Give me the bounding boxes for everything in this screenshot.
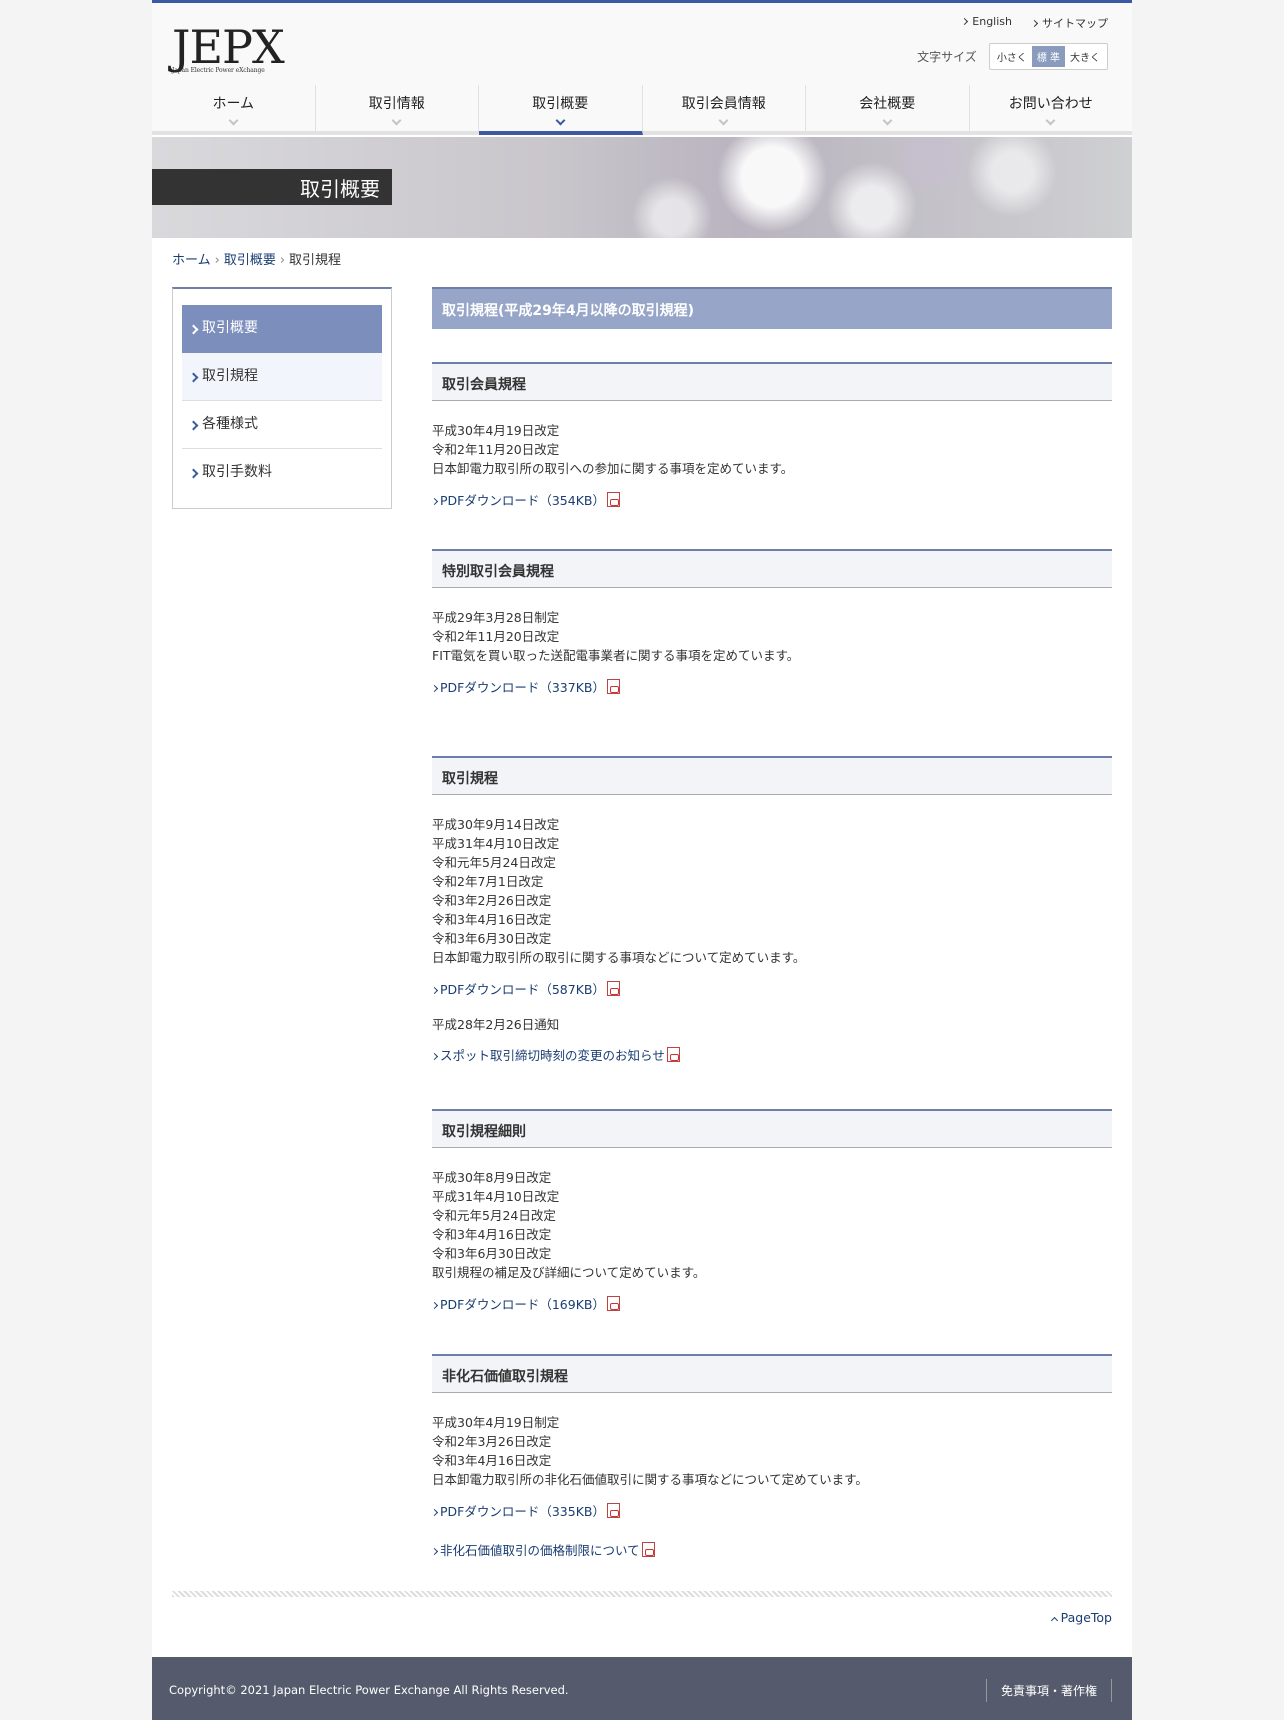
- chevron-right-icon: [430, 1547, 439, 1556]
- gnav-item-contact[interactable]: お問い合わせ: [970, 85, 1133, 131]
- breadcrumb-separator: ›: [214, 253, 220, 268]
- pdf-icon: [607, 679, 620, 694]
- breadcrumb-separator: ›: [279, 253, 286, 268]
- font-size-label: 文字サイズ: [917, 50, 977, 64]
- section-detailed-rules: 取引規程細則 平成30年8月9日改定 平成31年4月10日改定 令和元年5月24…: [430, 1109, 1112, 1313]
- section-title: 取引会員規程: [432, 362, 1112, 401]
- section-title: 非化石価値取引規程: [432, 1354, 1112, 1393]
- top-links: English サイトマップ: [961, 15, 1108, 31]
- english-link[interactable]: English: [961, 15, 1012, 31]
- breadcrumb-current: 取引規程: [289, 253, 342, 268]
- font-size-switcher: 文字サイズ 小さく 標 準 大きく: [917, 43, 1108, 70]
- section-special-member-rules: 特別取引会員規程 平成29年3月28日制定 令和2年11月20日改定 FIT電気…: [430, 549, 1112, 696]
- side-item-fees[interactable]: 取引手数料: [182, 449, 382, 497]
- pagetop-link[interactable]: PageTop: [1050, 1610, 1112, 1625]
- pdf-download-link[interactable]: PDFダウンロード（169KB）: [430, 1294, 1112, 1313]
- gnav-item-home[interactable]: ホーム: [152, 85, 316, 131]
- side-nav: 取引概要 取引規程 各種様式 取引手数料: [172, 287, 392, 509]
- price-limit-link[interactable]: 非化石価値取引の価格制限について: [430, 1540, 1112, 1559]
- pdf-download-link[interactable]: PDFダウンロード（335KB）: [430, 1501, 1112, 1520]
- chevron-down-icon: [718, 115, 729, 126]
- chevron-right-icon: [430, 986, 439, 995]
- section-lines: 平成30年8月9日改定 平成31年4月10日改定 令和元年5月24日改定 令和3…: [432, 1170, 706, 1280]
- hero-title: 取引概要: [152, 169, 392, 205]
- gnav-item-trading-info[interactable]: 取引情報: [316, 85, 479, 131]
- breadcrumb-overview[interactable]: 取引概要: [224, 253, 276, 268]
- hero-banner: 取引概要: [152, 137, 1132, 238]
- section-lines: 平成30年4月19日制定 令和2年3月26日改定 令和3年4月16日改定 日本卸…: [432, 1415, 868, 1487]
- main-content: 取引規程(平成29年4月以降の取引規程) 取引会員規程 平成30年4月19日改定…: [430, 287, 1112, 1558]
- sitemap-link[interactable]: サイトマップ: [1030, 15, 1108, 31]
- chevron-down-icon: [555, 115, 566, 126]
- pdf-icon: [641, 1542, 655, 1557]
- section-lines: 平成30年9月14日改定 平成31年4月10日改定 令和元年5月24日改定 令和…: [432, 817, 806, 965]
- main-title: 取引規程(平成29年4月以降の取引規程): [432, 287, 1112, 329]
- side-item-forms[interactable]: 各種様式: [182, 401, 382, 449]
- chevron-right-icon: [430, 1508, 439, 1517]
- side-item-overview[interactable]: 取引概要: [182, 305, 382, 353]
- header: JEPX Japan Electric Power eXchange Engli…: [152, 3, 1132, 135]
- pdf-download-link[interactable]: PDFダウンロード（587KB）: [430, 979, 1112, 998]
- chevron-right-icon: [961, 17, 969, 26]
- pdf-icon: [607, 981, 620, 996]
- font-size-standard-button[interactable]: 標 準: [1031, 46, 1065, 67]
- font-size-small-button[interactable]: 小さく: [992, 46, 1032, 67]
- section-title: 取引規程細則: [432, 1109, 1112, 1148]
- chevron-right-icon: [430, 497, 439, 506]
- disclaimer-link[interactable]: 免責事項・著作権: [985, 1679, 1112, 1702]
- chevron-right-icon: [430, 1301, 439, 1310]
- pdf-download-link[interactable]: PDFダウンロード（337KB）: [430, 677, 1112, 696]
- section-divider: [172, 1591, 1112, 1597]
- pdf-icon: [607, 1503, 620, 1518]
- gnav-item-company[interactable]: 会社概要: [806, 85, 970, 131]
- notice-date: 平成28年2月26日通知: [432, 1017, 560, 1032]
- chevron-right-icon: [430, 684, 439, 693]
- footer: Copyright© 2021 Japan Electric Power Exc…: [152, 1657, 1132, 1720]
- notice-link[interactable]: スポット取引締切時刻の変更のお知らせ: [430, 1045, 1112, 1064]
- pdf-download-link[interactable]: PDFダウンロード（354KB）: [430, 490, 1112, 509]
- pdf-icon: [607, 492, 620, 507]
- page-wrapper: JEPX Japan Electric Power eXchange Engli…: [152, 0, 1132, 1720]
- chevron-right-icon: [430, 1052, 439, 1061]
- chevron-down-icon: [1045, 115, 1056, 126]
- jepx-logo[interactable]: JEPX Japan Electric Power eXchange: [172, 20, 285, 75]
- gnav-item-member-info[interactable]: 取引会員情報: [643, 85, 806, 131]
- section-title: 取引規程: [432, 756, 1112, 795]
- section-title: 特別取引会員規程: [432, 549, 1112, 588]
- pdf-icon: [607, 1296, 620, 1311]
- font-size-large-button[interactable]: 大きく: [1065, 46, 1105, 67]
- chevron-up-icon: [1050, 1616, 1058, 1625]
- section-lines: 平成30年4月19日改定 令和2年11月20日改定 日本卸電力取引所の取引への参…: [432, 423, 794, 476]
- breadcrumb-home[interactable]: ホーム: [172, 253, 211, 268]
- section-trading-rules: 取引規程 平成30年9月14日改定 平成31年4月10日改定 令和元年5月24日…: [430, 756, 1112, 1064]
- logo-text: JEPX: [172, 20, 285, 74]
- side-item-rules[interactable]: 取引規程: [182, 353, 382, 401]
- section-member-rules: 取引会員規程 平成30年4月19日改定 令和2年11月20日改定 日本卸電力取引…: [430, 362, 1112, 509]
- chevron-right-icon: [1030, 19, 1039, 28]
- chevron-down-icon: [391, 115, 402, 126]
- chevron-down-icon: [228, 115, 239, 126]
- copyright: Copyright© 2021 Japan Electric Power Exc…: [169, 1683, 569, 1697]
- chevron-down-icon: [882, 115, 893, 126]
- breadcrumb: ホーム › 取引概要 › 取引規程: [172, 249, 341, 268]
- global-nav: ホーム 取引情報 取引概要 取引会員情報 会社概要 お問い合わせ: [152, 85, 1132, 135]
- section-lines: 平成29年3月28日制定 令和2年11月20日改定 FIT電気を買い取った送配電…: [432, 610, 800, 663]
- section-non-fossil-rules: 非化石価値取引規程 平成30年4月19日制定 令和2年3月26日改定 令和3年4…: [430, 1354, 1112, 1559]
- pdf-icon: [666, 1047, 680, 1062]
- font-size-buttons: 小さく 標 準 大きく: [988, 43, 1108, 70]
- gnav-item-trading-overview[interactable]: 取引概要: [479, 85, 643, 135]
